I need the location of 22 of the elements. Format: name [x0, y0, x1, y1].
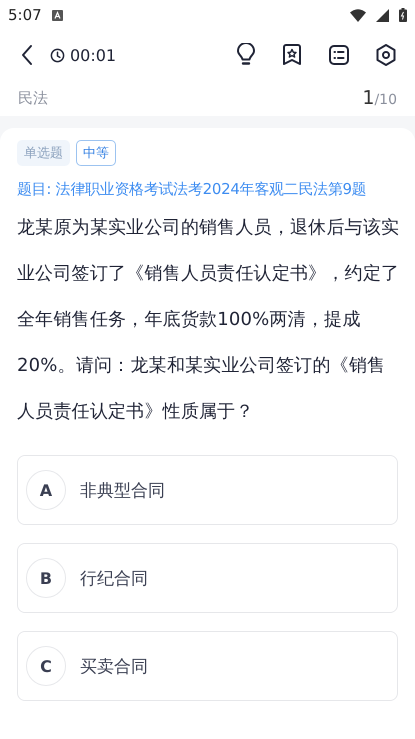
option-letter: A — [26, 470, 66, 510]
question-text: 龙某原为某实业公司的销售人员，退休后与该实业公司签订了《销售人员责任认定书》，约定了全年销售任务，年底货款100%两清，提成20%。请问：龙某和某实业公司签订的《销售人员责任认定书》性质属于？ — [17, 216, 400, 424]
wifi-icon — [350, 8, 366, 22]
question-source: 题目: 法律职业资格考试法考2024年客观二民法第9题 — [17, 180, 368, 199]
timer: 00:01 — [70, 46, 116, 64]
difficulty-tag: 中等 — [76, 140, 116, 166]
answer-option[interactable]: B 行纪合同 — [17, 543, 398, 613]
option-letter: C — [26, 646, 66, 686]
question-type-tag: 单选题 — [17, 140, 70, 166]
option-text: 买卖合同 — [80, 656, 148, 678]
battery-icon — [399, 8, 407, 22]
signal-icon — [376, 8, 389, 22]
notification-icon — [52, 10, 63, 20]
answer-option[interactable]: A 非典型合同 — [17, 455, 398, 525]
question-counter: 1/10 — [362, 87, 397, 109]
answer-option[interactable]: C 买卖合同 — [17, 631, 398, 701]
option-text: 非典型合同 — [80, 480, 165, 502]
subject-label: 民法 — [18, 88, 48, 108]
clock-icon — [50, 48, 65, 62]
option-letter: B — [26, 558, 66, 598]
option-text: 行纪合同 — [80, 568, 148, 590]
status-time: 5:07 — [8, 6, 42, 24]
